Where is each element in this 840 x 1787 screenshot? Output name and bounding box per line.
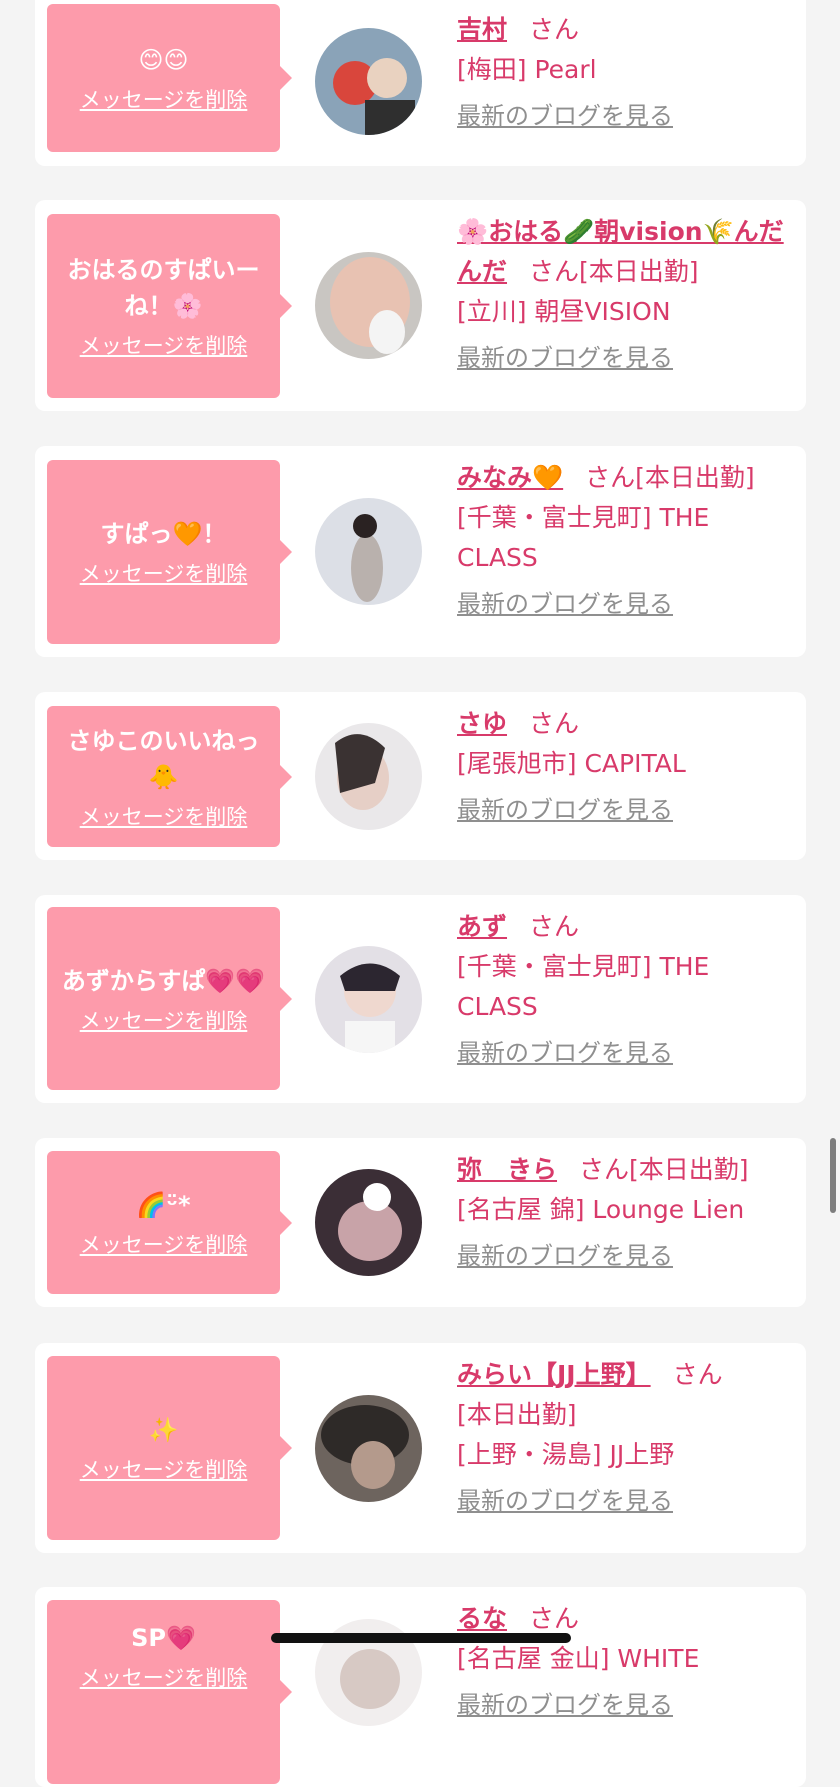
entry-info: みなみ🧡 さん[本日出勤] [千葉・富士見町] THE CLASS 最新のブログを…	[457, 458, 797, 624]
list-item: あずからすぱ💗💗 メッセージを削除 あず さん [千葉・富士見町] THE CLA…	[35, 895, 806, 1103]
entry-info: あず さん [千葉・富士見町] THE CLASS 最新のブログを見る	[457, 907, 797, 1073]
shop-text: [千葉・富士見町] THE CLASS	[457, 503, 710, 572]
cast-name-link[interactable]: みなみ🧡	[457, 463, 563, 492]
name-line: みなみ🧡 さん[本日出勤]	[457, 458, 797, 498]
name-line: 弥 きら さん[本日出勤]	[457, 1150, 797, 1190]
entry-info: るな さん [名古屋 金山] WHITE 最新のブログを見る	[457, 1599, 797, 1725]
delete-message-link[interactable]: メッセージを削除	[80, 1005, 248, 1035]
cast-name-link[interactable]: みらい【JJ上野】	[457, 1360, 651, 1389]
shop-text: [梅田] Pearl	[457, 55, 597, 84]
honorific: さん	[529, 1604, 580, 1633]
delete-message-link[interactable]: メッセージを削除	[80, 558, 248, 588]
latest-blog-link[interactable]: 最新のブログを見る	[457, 96, 797, 136]
delete-message-link[interactable]: メッセージを削除	[80, 330, 248, 360]
message-text: さゆこのいいねっ🐥	[67, 726, 260, 791]
name-line: 吉村 さん	[457, 10, 797, 50]
shop-text: [上野・湯島] JJ上野	[457, 1440, 675, 1469]
list-item: すぱっ🧡！ メッセージを削除 みなみ🧡 さん[本日出勤] [千葉・富士見町] TH…	[35, 446, 806, 657]
cast-name-link[interactable]: あず	[457, 912, 507, 941]
latest-blog-link[interactable]: 最新のブログを見る	[457, 1033, 797, 1073]
message-text: 🌈ᵕ̈*	[136, 1190, 191, 1219]
honorific: さん	[529, 15, 580, 44]
message-text: すぱっ🧡！	[100, 520, 227, 548]
list-item: SP💗 メッセージを削除 るな さん [名古屋 金山] WHITE 最新のブログを…	[35, 1587, 806, 1787]
scrollbar-thumb[interactable]	[830, 1138, 836, 1213]
entry-info: 吉村 さん [梅田] Pearl 最新のブログを見る	[457, 10, 797, 136]
avatar[interactable]	[315, 1169, 422, 1276]
entry-info: みらい【JJ上野】 さん [本日出勤] [上野・湯島] JJ上野 最新のブログを見…	[457, 1355, 797, 1521]
message-bubble: ✨ メッセージを削除	[47, 1356, 292, 1540]
list-item: おはるのすぱいーね！🌸 メッセージを削除 🌸おはる🥒朝vision🌾んだんだ さん…	[35, 200, 806, 411]
message-bubble: 😊😊 メッセージを削除	[47, 4, 292, 152]
delete-message-link[interactable]: メッセージを削除	[80, 1229, 248, 1259]
shop-text: [立川] 朝昼VISION	[457, 297, 671, 326]
name-line: さゆ さん	[457, 704, 797, 744]
message-bubble: 🌈ᵕ̈* メッセージを削除	[47, 1151, 292, 1294]
message-text: あずからすぱ💗💗	[61, 966, 266, 995]
shop-text: [名古屋 金山] WHITE	[457, 1644, 700, 1673]
honorific: さん	[579, 1155, 630, 1184]
cast-name-link[interactable]: るな	[457, 1604, 507, 1633]
cast-name-link[interactable]: さゆ	[457, 709, 507, 738]
honorific: さん	[529, 257, 580, 286]
message-bubble: あずからすぱ💗💗 メッセージを削除	[47, 907, 292, 1090]
entry-info: 弥 きら さん[本日出勤] [名古屋 錦] Lounge Lien 最新のブログを…	[457, 1150, 797, 1276]
status-text: [本日出勤]	[629, 1155, 749, 1184]
honorific: さん	[585, 463, 636, 492]
list-item: ✨ メッセージを削除 みらい【JJ上野】 さん [本日出勤] [上野・湯島] JJ…	[35, 1343, 806, 1553]
name-line: みらい【JJ上野】 さん	[457, 1355, 797, 1395]
status-text: [本日出勤]	[457, 1400, 577, 1429]
name-line: あず さん	[457, 907, 797, 947]
avatar[interactable]	[315, 1395, 422, 1502]
message-text: おはるのすぱいーね！🌸	[67, 256, 260, 320]
latest-blog-link[interactable]: 最新のブログを見る	[457, 790, 797, 830]
entry-info: 🌸おはる🥒朝vision🌾んだんだ さん[本日出勤] [立川] 朝昼VISION …	[457, 212, 797, 378]
message-text: 😊😊	[138, 46, 189, 74]
delete-message-link[interactable]: メッセージを削除	[80, 1662, 248, 1692]
list-item: 😊😊 メッセージを削除 吉村 さん [梅田] Pearl 最新のブログを見る	[35, 0, 806, 166]
message-bubble: すぱっ🧡！ メッセージを削除	[47, 460, 292, 644]
cast-name-link[interactable]: 弥 きら	[457, 1155, 557, 1184]
delete-message-link[interactable]: メッセージを削除	[80, 1454, 248, 1484]
avatar[interactable]	[315, 498, 422, 605]
shop-text: [千葉・富士見町] THE CLASS	[457, 952, 710, 1021]
delete-message-link[interactable]: メッセージを削除	[80, 801, 248, 831]
avatar[interactable]	[315, 723, 422, 830]
latest-blog-link[interactable]: 最新のブログを見る	[457, 1236, 797, 1276]
honorific: さん	[672, 1360, 723, 1389]
name-line: 🌸おはる🥒朝vision🌾んだんだ さん[本日出勤]	[457, 212, 797, 292]
home-indicator[interactable]	[271, 1633, 571, 1643]
message-bubble: さゆこのいいねっ🐥 メッセージを削除	[47, 706, 292, 847]
honorific: さん	[529, 709, 580, 738]
entry-info: さゆ さん [尾張旭市] CAPITAL 最新のブログを見る	[457, 704, 797, 830]
shop-text: [尾張旭市] CAPITAL	[457, 749, 686, 778]
avatar[interactable]	[315, 28, 422, 135]
latest-blog-link[interactable]: 最新のブログを見る	[457, 1685, 797, 1725]
message-bubble: SP💗 メッセージを削除	[47, 1600, 292, 1784]
list-item: さゆこのいいねっ🐥 メッセージを削除 さゆ さん [尾張旭市] CAPITAL 最…	[35, 692, 806, 860]
status-text: [本日出勤]	[635, 463, 755, 492]
message-bubble: おはるのすぱいーね！🌸 メッセージを削除	[47, 214, 292, 398]
honorific: さん	[529, 912, 580, 941]
latest-blog-link[interactable]: 最新のブログを見る	[457, 338, 797, 378]
list-item: 🌈ᵕ̈* メッセージを削除 弥 きら さん[本日出勤] [名古屋 錦] Loung…	[35, 1138, 806, 1307]
cast-name-link[interactable]: 吉村	[457, 15, 507, 44]
shop-text: [名古屋 錦] Lounge Lien	[457, 1195, 745, 1224]
latest-blog-link[interactable]: 最新のブログを見る	[457, 1481, 797, 1521]
status-text: [本日出勤]	[579, 257, 699, 286]
avatar[interactable]	[315, 946, 422, 1053]
avatar[interactable]	[315, 252, 422, 359]
message-text: ✨	[148, 1416, 179, 1444]
latest-blog-link[interactable]: 最新のブログを見る	[457, 584, 797, 624]
delete-message-link[interactable]: メッセージを削除	[80, 84, 248, 114]
message-text: SP💗	[131, 1624, 196, 1652]
